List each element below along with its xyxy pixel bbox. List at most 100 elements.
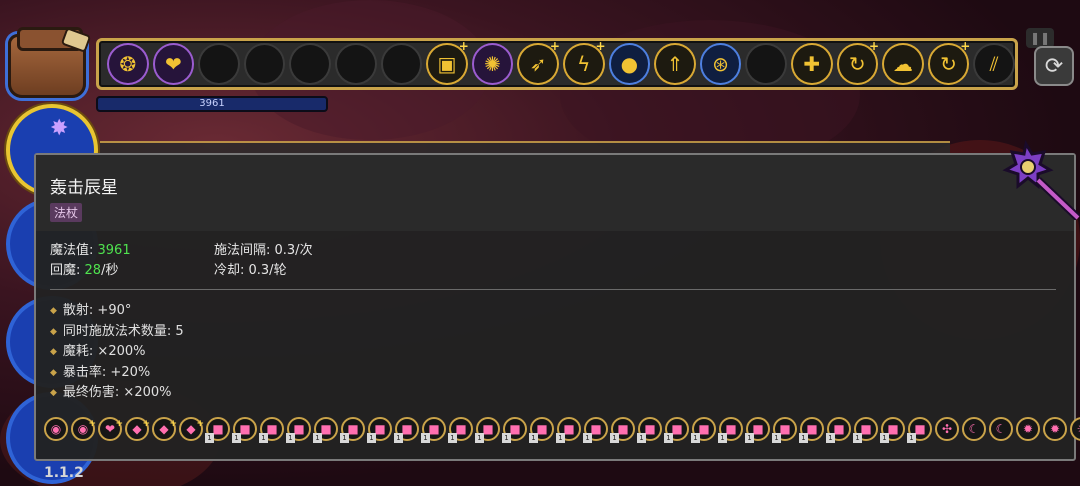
divider [50,289,1056,290]
flesh-icon: ❤ [104,422,116,436]
coin-icon: ⊛ [712,52,729,76]
spell-slot[interactable]: ↻ + [927,40,970,85]
wand-spell-slot[interactable]: ■ 1 [502,417,527,443]
flesh-icon: ❤ [165,52,182,76]
orb-icon: ● [620,52,639,76]
wand-spell-slot[interactable]: ■ 1 [259,417,284,443]
spell-slot[interactable]: ☁ [882,43,924,85]
wand-spell-slot[interactable]: ■ 1 [745,417,770,443]
wand-spell-slot[interactable]: ■ 1 [529,417,554,443]
version-label: 1.1.2 [44,465,84,481]
spell-count-badge: 1 [502,433,511,443]
pink-cube-icon: ■ [833,422,845,436]
wand-spell-slot[interactable]: ◆ + [152,417,177,441]
pink-cube-icon: ■ [752,422,764,436]
inventory-bag-button[interactable] [8,27,86,98]
wand-spell-slot[interactable]: ❤ + [98,417,123,441]
wand-spell-slot[interactable]: ■ 1 [448,417,473,443]
wand-art-icon [1002,140,1080,220]
wand-spell-slot[interactable]: ✹ [1043,417,1067,441]
fire-arrow-icon: ➶ [529,52,547,76]
emerald-icon: ◉ [50,422,62,436]
wand-spell-slot[interactable]: ☼ [1070,417,1080,441]
bonus-item: 魔耗: ×200% [50,342,184,363]
spell-slot[interactable]: ⊛ [699,43,742,85]
empty-spell-slot[interactable] [334,43,377,85]
wand-spell-slot[interactable]: ■ 1 [367,417,392,443]
mana-stat: 魔法值: 3961 [50,241,131,261]
spell-count-badge: 1 [448,433,457,443]
regen-unit: /秒 [101,263,119,278]
empty-spell-slot[interactable] [198,43,240,85]
wand-spell-slot[interactable]: ◆ + [179,417,204,441]
wand-spell-slot[interactable]: ☾ [989,417,1013,441]
spell-slot[interactable]: ➶ + [517,40,560,85]
wand-spell-slot[interactable]: ■ 1 [718,417,743,443]
wand-spell-slot[interactable]: ■ 1 [826,417,851,443]
wand-spell-slot[interactable]: ■ 1 [691,417,716,443]
wand-spell-slot[interactable]: ■ 1 [286,417,311,443]
spell-count-badge: 1 [880,433,889,443]
spell-slot[interactable]: ⫽ [973,43,1015,85]
empty-spell-slot[interactable] [380,43,423,85]
wand-spell-slot[interactable]: ■ 1 [637,417,662,443]
spell-count-badge: 1 [853,433,862,443]
wand-spell-slot[interactable]: ■ 1 [583,417,608,443]
empty-spell-slot[interactable] [243,43,286,85]
wand-spell-slot[interactable]: ■ 1 [880,417,905,443]
empty-spell-slot[interactable] [289,43,331,85]
wand-spell-slot[interactable]: ■ 1 [421,417,446,443]
reroll-icon: ⟳ [1044,53,1064,79]
wand-spell-slot[interactable]: ■ 1 [313,417,338,443]
wand-spell-slot[interactable]: ✣ [935,417,959,441]
wand-spell-slot[interactable]: ■ 1 [664,417,689,443]
wand-spell-slot[interactable]: ■ 1 [853,417,878,443]
spell-slot[interactable]: ❤ [152,43,195,85]
pink-cube-icon: ■ [212,422,224,436]
spell-slot[interactable]: ❂ [107,43,149,85]
pink-cube-icon: ■ [347,422,359,436]
stats-right-column: 施法间隔: 0.3/次 冷却: 0.3/轮 [214,241,313,281]
spell-slot[interactable]: ↻ + [836,40,879,85]
reroll-button[interactable]: ⟳ [1034,46,1074,86]
wand-spell-slot[interactable]: ■ 1 [610,417,635,443]
wand-spell-slot[interactable]: ■ 1 [232,417,257,443]
wand-spell-slot[interactable]: ■ 1 [907,417,932,443]
spell-slot[interactable]: ● [608,43,651,85]
wand-spell-slot[interactable]: ☾ [962,417,986,441]
mana-label: 魔法值: [50,243,98,258]
wand-spell-slot[interactable]: ◆ + [125,417,150,441]
bonus-item: 最终伤害: ×200% [50,383,184,404]
cast-interval-stat: 施法间隔: 0.3/次 [214,243,313,258]
spell-slot[interactable]: ϟ + [562,40,606,85]
wand-spell-slot[interactable]: ✹ [1016,417,1040,441]
bonus-item: 散射: +90° [50,301,184,322]
web-icon: ❂ [119,52,137,76]
wand-spell-row: ◉ ◉ + ❤ + ◆ + ◆ + ◆ + ■ 1 ■ 1 ■ 1 ■ 1 ■ 1 ■ 1 ■ 1 ■ 1 ■ 1 ■ 1 ■ 1 ■ 1 ■ 1 ■ 1 ■… [44,417,1080,443]
wand-spell-slot[interactable]: ■ 1 [799,417,824,443]
pause-button[interactable]: ❚❚ [1026,28,1054,48]
wand-spell-slot[interactable]: ◉ [44,417,68,441]
spell-count-badge: 1 [799,433,808,443]
spell-slot[interactable]: ✚ [790,43,833,85]
spell-count-badge: 1 [259,433,268,443]
wand-spell-slot[interactable]: ■ 1 [556,417,581,443]
wand-spell-slot[interactable]: ■ 1 [394,417,419,443]
spell-count-badge: 1 [583,433,592,443]
spell-slot[interactable]: ✺ [471,43,514,85]
wand-spell-slot[interactable]: ■ 1 [205,417,230,443]
spell-slot[interactable]: ▣ + [426,40,469,85]
empty-spell-slot[interactable] [745,43,787,85]
bonus-list: 散射: +90° 同时施放法术数量: 5 魔耗: ×200% 暴击率: +20%… [50,301,184,404]
wand-spell-slot[interactable]: ■ 1 [475,417,500,443]
wand-spell-slot[interactable]: ■ 1 [772,417,797,443]
spell-count-badge: 1 [826,433,835,443]
upgrade-plus-icon: + [115,419,123,429]
pink-cube-icon: ■ [320,422,332,436]
wand-spell-slot[interactable]: ◉ + [71,417,96,441]
spell-slot[interactable]: ⇑ [654,43,696,85]
spell-count-badge: 1 [745,433,754,443]
pink-cube-icon: ■ [698,422,710,436]
wand-spell-slot[interactable]: ■ 1 [340,417,365,443]
spell-count-badge: 1 [718,433,727,443]
